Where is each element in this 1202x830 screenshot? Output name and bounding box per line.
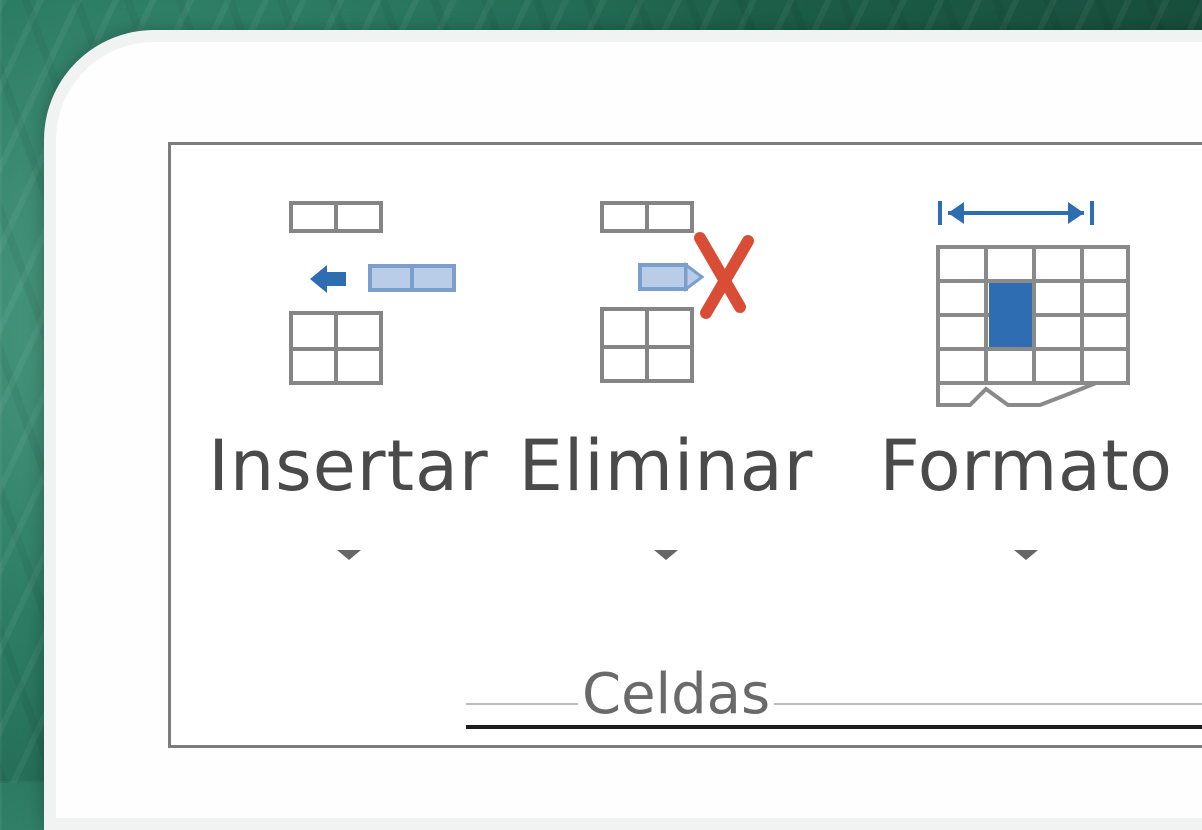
group-footer: Celdas	[466, 659, 1202, 729]
chevron-down-icon[interactable]	[1014, 550, 1038, 560]
insert-cells-icon	[288, 201, 456, 385]
chevron-down-icon[interactable]	[336, 550, 361, 560]
dialog-launcher-line[interactable]	[466, 725, 1202, 729]
zoomed-ribbon-card: Insertar Eliminar Formato Celdas	[44, 30, 1202, 830]
group-label: Celdas	[578, 667, 775, 723]
format-cells-icon	[936, 201, 1130, 407]
chevron-down-icon[interactable]	[654, 550, 678, 560]
delete-command-button[interactable]: Eliminar	[511, 145, 821, 615]
insert-label: Insertar	[208, 425, 489, 507]
delete-cells-icon	[600, 201, 754, 383]
footer-hint-line	[466, 703, 1202, 705]
delete-label: Eliminar	[518, 425, 814, 507]
format-command-button[interactable]: Formato	[846, 145, 1202, 615]
format-label: Formato	[879, 425, 1173, 507]
ribbon-group-cells: Insertar Eliminar Formato Celdas	[168, 142, 1202, 748]
insert-command-button[interactable]: Insertar	[191, 145, 506, 615]
